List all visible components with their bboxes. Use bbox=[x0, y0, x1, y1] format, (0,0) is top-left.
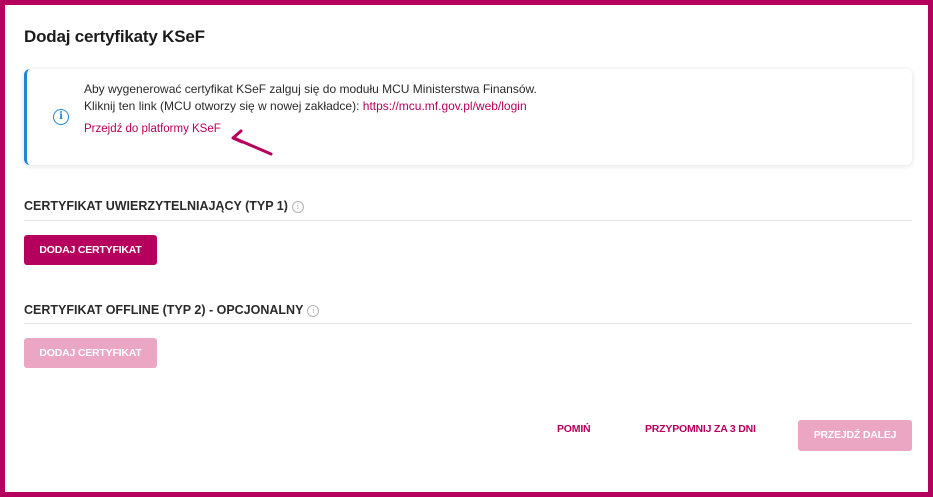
mcu-login-link[interactable]: https://mcu.mf.gov.pl/web/login bbox=[363, 99, 527, 113]
help-icon[interactable]: i bbox=[291, 200, 304, 213]
info-text-line2: Kliknij ten link (MCU otworzy się w nowe… bbox=[84, 99, 527, 113]
remind-in-3-days-button[interactable]: PRZYPOMNIJ ZA 3 DNI bbox=[645, 423, 756, 435]
section-title-type2-text: CERTYFIKAT OFFLINE (TYP 2) - OPCJONALNY bbox=[24, 303, 304, 317]
add-certificate-type1-button[interactable]: DODAJ CERTYFIKAT bbox=[24, 235, 157, 265]
info-text-line1: Aby wygenerować certyfikat KSeF zalguj s… bbox=[84, 82, 537, 96]
info-text-prefix: Kliknij ten link (MCU otworzy się w nowe… bbox=[84, 99, 363, 113]
help-icon[interactable]: i bbox=[307, 304, 320, 317]
arrow-annotation-icon bbox=[231, 129, 273, 156]
info-icon: i bbox=[53, 109, 69, 125]
next-button[interactable]: PRZEJDŹ DALEJ bbox=[798, 420, 912, 451]
section-title-type2: CERTYFIKAT OFFLINE (TYP 2) - OPCJONALNY i bbox=[24, 303, 320, 317]
ksef-platform-link[interactable]: Przejdź do platformy KSeF bbox=[84, 123, 221, 135]
divider bbox=[24, 323, 912, 324]
info-box: i Aby wygenerować certyfikat KSeF zalguj… bbox=[24, 69, 912, 165]
skip-button[interactable]: POMIŃ bbox=[557, 423, 591, 435]
section-title-type1-text: CERTYFIKAT UWIERZYTELNIAJĄCY (TYP 1) bbox=[24, 199, 288, 213]
section-title-type1: CERTYFIKAT UWIERZYTELNIAJĄCY (TYP 1) i bbox=[24, 199, 304, 213]
page-title: Dodaj certyfikaty KSeF bbox=[24, 27, 205, 46]
add-certificate-type2-button[interactable]: DODAJ CERTYFIKAT bbox=[24, 338, 157, 368]
divider bbox=[24, 220, 912, 221]
